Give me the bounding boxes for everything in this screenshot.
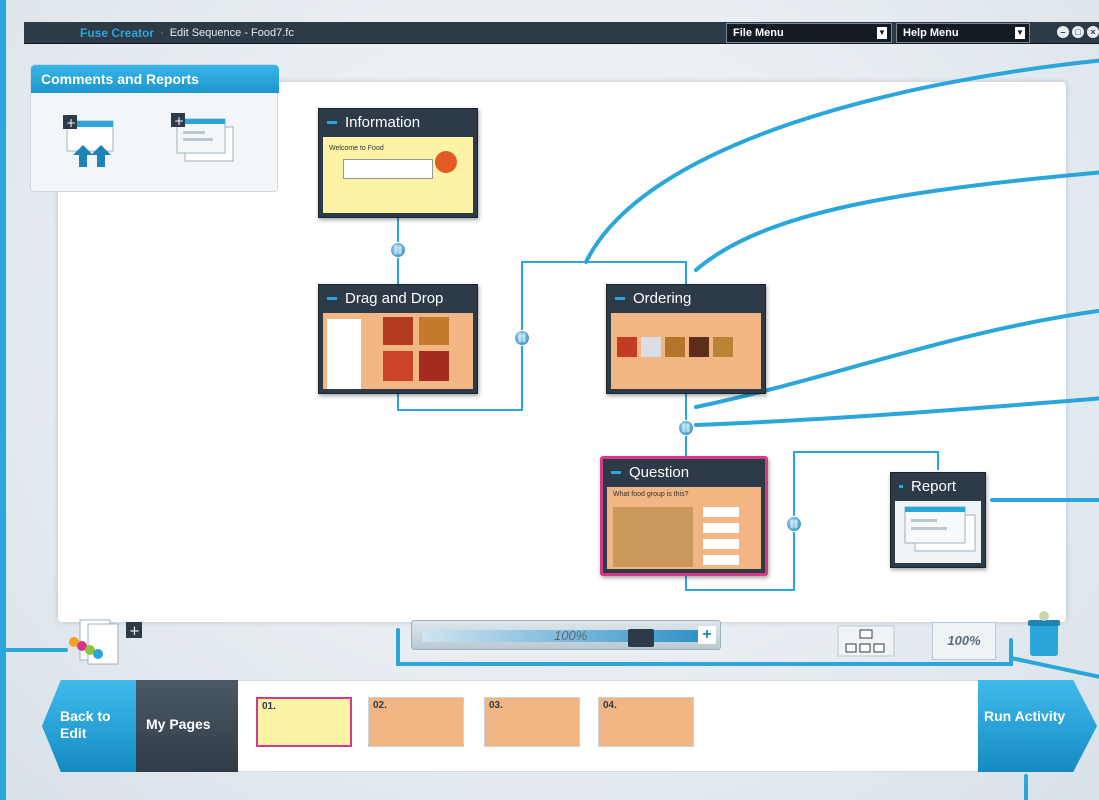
document-title: Edit Sequence - Food7.fc bbox=[169, 26, 294, 39]
comments-panel-title: Comments and Reports bbox=[31, 65, 279, 93]
answer-option bbox=[703, 555, 739, 565]
file-menu[interactable]: File Menu ▼ bbox=[726, 23, 892, 43]
food-image bbox=[383, 351, 413, 381]
node-title: Ordering bbox=[633, 289, 692, 307]
link-port-icon[interactable]: ⛓ bbox=[390, 242, 406, 258]
title-bar: Fuse Creator · Edit Sequence - Food7.fc … bbox=[24, 22, 1099, 44]
food-image bbox=[419, 317, 449, 345]
minimize-icon[interactable]: – bbox=[1057, 26, 1069, 38]
app-frame: Fuse Creator · Edit Sequence - Food7.fc … bbox=[0, 0, 1099, 800]
node-preview: Welcome to Food bbox=[323, 137, 473, 213]
node-information[interactable]: Information Welcome to Food bbox=[318, 108, 478, 218]
food-image bbox=[419, 351, 449, 381]
pages-bar: Back to Edit My Pages 01. 02. 03. 04. Ru… bbox=[42, 680, 1097, 772]
add-report-icon[interactable]: + bbox=[169, 111, 234, 171]
pages-strip: 01. 02. 03. 04. bbox=[238, 680, 978, 772]
title-separator: · bbox=[160, 26, 164, 39]
food-image bbox=[665, 337, 685, 357]
file-menu-label: File Menu bbox=[733, 27, 784, 39]
node-report[interactable]: Report bbox=[890, 472, 986, 568]
link-port-icon[interactable]: ⛓ bbox=[678, 420, 694, 436]
food-image bbox=[613, 507, 693, 567]
food-image bbox=[435, 151, 457, 173]
node-marker bbox=[899, 484, 903, 488]
zoom-level: 100% bbox=[554, 628, 588, 643]
node-marker bbox=[615, 296, 625, 300]
food-image bbox=[617, 337, 637, 357]
add-page-icon[interactable]: + bbox=[64, 616, 154, 666]
node-marker bbox=[611, 470, 621, 474]
zoom-handle[interactable] bbox=[628, 629, 654, 647]
help-menu[interactable]: Help Menu ▼ bbox=[896, 23, 1030, 43]
comments-reports-panel: Comments and Reports + + bbox=[30, 64, 279, 192]
node-title: Drag and Drop bbox=[345, 289, 444, 307]
food-image bbox=[641, 337, 661, 357]
page-thumbnail[interactable]: 04. bbox=[598, 697, 694, 747]
preview-box bbox=[343, 159, 433, 179]
my-pages-tab[interactable]: My Pages bbox=[136, 680, 246, 772]
page-thumbnail[interactable]: 03. bbox=[484, 697, 580, 747]
node-drag-and-drop[interactable]: Drag and Drop bbox=[318, 284, 478, 394]
svg-text:+: + bbox=[174, 114, 184, 128]
app-name: Fuse Creator bbox=[80, 25, 155, 40]
answer-option bbox=[703, 523, 739, 533]
node-preview bbox=[323, 313, 473, 389]
help-menu-label: Help Menu bbox=[903, 27, 959, 39]
node-preview: What food group is this? bbox=[607, 487, 761, 569]
node-preview bbox=[611, 313, 761, 389]
node-marker bbox=[327, 296, 337, 300]
preview-text: Welcome to Food bbox=[329, 145, 384, 152]
node-title: Information bbox=[345, 113, 421, 131]
food-image bbox=[383, 317, 413, 345]
page-thumbnail[interactable]: 02. bbox=[368, 697, 464, 747]
zoom-slider[interactable]: 100% + bbox=[411, 620, 721, 650]
close-icon[interactable]: × bbox=[1087, 26, 1099, 38]
link-port-icon[interactable]: ⛓ bbox=[786, 516, 802, 532]
maximize-icon[interactable]: □ bbox=[1072, 26, 1084, 38]
callout-line bbox=[1009, 656, 1099, 679]
auto-arrange-icon[interactable] bbox=[834, 622, 898, 660]
answer-option bbox=[703, 507, 739, 517]
zoom-in-icon[interactable]: + bbox=[698, 626, 716, 644]
node-question[interactable]: Question What food group is this? bbox=[600, 456, 768, 576]
trash-icon[interactable] bbox=[1024, 610, 1064, 660]
preview-text-block bbox=[327, 319, 361, 389]
back-to-edit-button[interactable]: Back to Edit bbox=[42, 680, 136, 772]
run-activity-button[interactable]: Run Activity bbox=[978, 680, 1097, 772]
preview-text: What food group is this? bbox=[613, 491, 689, 498]
node-marker bbox=[327, 120, 337, 124]
node-title: Question bbox=[629, 463, 690, 481]
zoom-reset-button[interactable]: 100% bbox=[932, 622, 996, 660]
node-ordering[interactable]: Ordering bbox=[606, 284, 766, 394]
page-thumbnail[interactable]: 01. bbox=[256, 697, 352, 747]
report-preview-icon bbox=[895, 501, 981, 563]
chevron-down-icon: ▼ bbox=[877, 27, 887, 39]
food-image bbox=[689, 337, 709, 357]
chevron-down-icon: ▼ bbox=[1015, 27, 1025, 39]
svg-text:+: + bbox=[129, 624, 140, 639]
add-comment-icon[interactable]: + bbox=[61, 111, 121, 171]
food-image bbox=[713, 337, 733, 357]
node-title: Report bbox=[911, 477, 957, 495]
answer-option bbox=[703, 539, 739, 549]
link-port-icon[interactable]: ⛓ bbox=[514, 330, 530, 346]
window-controls: – □ × bbox=[1057, 26, 1099, 38]
svg-text:+: + bbox=[66, 116, 76, 130]
